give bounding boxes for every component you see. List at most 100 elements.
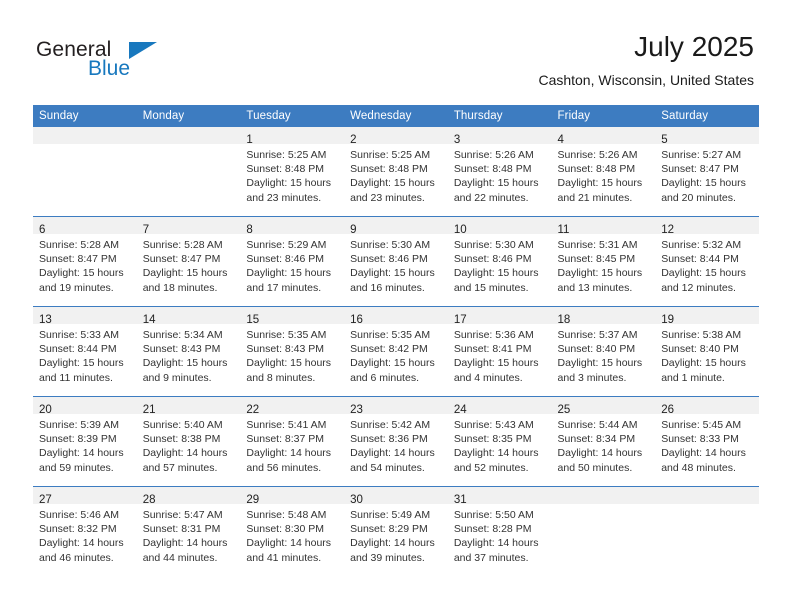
- calendar-day-cell[interactable]: 22 Sunrise: 5:41 AM Sunset: 8:37 PM Dayligh…: [240, 396, 345, 487]
- day-number: 19: [661, 314, 675, 326]
- day-details: Sunrise: 5:29 AM Sunset: 8:46 PM Daylight:…: [240, 234, 344, 295]
- day-number: 13: [39, 314, 52, 326]
- day-detail-line: and 19 minutes.: [39, 281, 114, 294]
- day-detail-line: and 21 minutes.: [557, 191, 633, 204]
- day-number: 18: [557, 314, 571, 326]
- day-detail-line: Sunrise: 5:41 AM: [246, 419, 327, 431]
- day-detail-line: Daylight: 15 hours: [453, 267, 539, 280]
- calendar-day-cell[interactable]: 16 Sunrise: 5:35 AM Sunset: 8:42 PM Dayligh…: [344, 306, 448, 397]
- day-detail-line: Sunset: 8:30 PM: [246, 523, 325, 536]
- calendar-day-cell[interactable]: 12 Sunrise: 5:32 AM Sunset: 8:44 PM Dayligh…: [655, 216, 759, 307]
- day-details: [137, 144, 241, 148]
- day-detail-line: and 6 minutes.: [350, 371, 419, 384]
- calendar-day-cell[interactable]: 3 Sunrise: 5:26 AM Sunset: 8:48 PM Daylight…: [447, 127, 552, 217]
- calendar-day-cell[interactable]: 20 Sunrise: 5:39 AM Sunset: 8:39 PM Dayligh…: [33, 396, 137, 487]
- calendar-day-cell[interactable]: 24 Sunrise: 5:43 AM Sunset: 8:35 PM Dayligh…: [447, 396, 552, 487]
- day-detail-line: Daylight: 14 hours: [661, 447, 746, 460]
- logo-text-blue: Blue: [88, 57, 131, 80]
- day-number-band: 6: [33, 217, 137, 236]
- calendar-day-cell[interactable]: 2 Sunrise: 5:25 AM Sunset: 8:48 PM Daylight…: [344, 127, 448, 217]
- day-number: 25: [557, 404, 571, 416]
- calendar-day-cell[interactable]: 8 Sunrise: 5:29 AM Sunset: 8:46 PM Daylight…: [240, 216, 345, 307]
- day-detail-line: Daylight: 15 hours: [557, 267, 643, 280]
- day-detail-line: Sunset: 8:47 PM: [39, 253, 117, 266]
- calendar-day-cell[interactable]: 17 Sunrise: 5:36 AM Sunset: 8:41 PM Dayligh…: [447, 306, 552, 397]
- day-detail-line: Daylight: 15 hours: [39, 357, 124, 370]
- calendar-day-cell[interactable]: 11 Sunrise: 5:31 AM Sunset: 8:45 PM Dayligh…: [551, 216, 656, 307]
- calendar-day-cell[interactable]: 4 Sunrise: 5:26 AM Sunset: 8:48 PM Daylight…: [551, 127, 656, 217]
- day-detail-line: Daylight: 14 hours: [39, 537, 124, 550]
- calendar-day-cell[interactable]: 6 Sunrise: 5:28 AM Sunset: 8:47 PM Daylight…: [33, 216, 137, 307]
- day-number: 17: [453, 314, 467, 326]
- weekday-header-monday: Monday: [136, 105, 241, 127]
- day-detail-line: Sunset: 8:47 PM: [661, 163, 739, 176]
- calendar-day-cell[interactable]: 5 Sunrise: 5:27 AM Sunset: 8:47 PM Daylight…: [655, 127, 759, 217]
- calendar-day-cell[interactable]: 29 Sunrise: 5:48 AM Sunset: 8:30 PM Dayligh…: [240, 486, 345, 576]
- location-subtitle: Cashton, Wisconsin, United States: [538, 72, 754, 88]
- calendar-day-cell[interactable]: 25 Sunrise: 5:44 AM Sunset: 8:34 PM Dayligh…: [551, 396, 656, 487]
- calendar-day-cell[interactable]: 31 Sunrise: 5:50 AM Sunset: 8:28 PM Dayligh…: [447, 486, 552, 576]
- calendar-day-cell[interactable]: 19 Sunrise: 5:38 AM Sunset: 8:40 PM Dayligh…: [655, 306, 759, 397]
- title-block: July 2025 Cashton, Wisconsin, United Sta…: [538, 30, 754, 89]
- calendar-day-cell[interactable]: 9 Sunrise: 5:30 AM Sunset: 8:46 PM Daylight…: [344, 216, 448, 307]
- day-details: Sunrise: 5:36 AM Sunset: 8:41 PM Daylight:…: [448, 324, 552, 385]
- day-number: 5: [661, 134, 668, 146]
- day-detail-line: and 46 minutes.: [39, 551, 114, 564]
- day-detail-line: Sunrise: 5:43 AM: [453, 419, 534, 431]
- day-number-band: 13: [33, 307, 137, 326]
- calendar-day-cell[interactable]: 14 Sunrise: 5:34 AM Sunset: 8:43 PM Dayligh…: [136, 306, 241, 397]
- day-number: 27: [39, 494, 52, 506]
- day-details: Sunrise: 5:38 AM Sunset: 8:40 PM Daylight:…: [655, 324, 759, 385]
- general-blue-logo[interactable]: General Blue: [36, 38, 236, 84]
- day-detail-line: Sunset: 8:33 PM: [661, 433, 739, 446]
- page-header: General Blue July 2025 Cashton, Wisconsi…: [0, 0, 792, 100]
- calendar-day-cell[interactable]: 21 Sunrise: 5:40 AM Sunset: 8:38 PM Dayligh…: [136, 396, 241, 487]
- day-details: Sunrise: 5:35 AM Sunset: 8:42 PM Daylight:…: [344, 324, 448, 385]
- day-number: 1: [246, 134, 253, 146]
- calendar-day-cell[interactable]: 13 Sunrise: 5:33 AM Sunset: 8:44 PM Dayligh…: [33, 306, 137, 397]
- day-number: 21: [142, 404, 156, 416]
- day-detail-line: and 8 minutes.: [246, 371, 316, 384]
- day-detail-line: Sunrise: 5:50 AM: [453, 509, 534, 521]
- calendar-day-cell[interactable]: 28 Sunrise: 5:47 AM Sunset: 8:31 PM Dayligh…: [136, 486, 241, 576]
- day-number-band: [655, 487, 759, 504]
- calendar-day-cell[interactable]: 15 Sunrise: 5:35 AM Sunset: 8:43 PM Dayligh…: [240, 306, 345, 397]
- day-detail-line: Daylight: 15 hours: [350, 177, 435, 190]
- day-detail-line: Sunset: 8:31 PM: [142, 523, 221, 536]
- day-detail-line: Sunrise: 5:49 AM: [350, 509, 431, 521]
- day-detail-line: Sunrise: 5:39 AM: [39, 419, 119, 431]
- calendar-day-cell[interactable]: 30 Sunrise: 5:49 AM Sunset: 8:29 PM Dayligh…: [344, 486, 448, 576]
- day-detail-line: Sunset: 8:44 PM: [661, 253, 739, 266]
- day-detail-line: and 4 minutes.: [453, 371, 523, 384]
- calendar-day-cell[interactable]: 7 Sunrise: 5:28 AM Sunset: 8:47 PM Daylight…: [136, 216, 241, 307]
- day-detail-line: Daylight: 14 hours: [142, 537, 228, 550]
- day-number-band: 4: [551, 127, 656, 146]
- day-number-band: [33, 127, 137, 144]
- day-number-band: 23: [344, 397, 448, 416]
- day-number-band: 7: [136, 217, 241, 236]
- day-number-band: 31: [447, 487, 552, 506]
- day-detail-line: Sunrise: 5:46 AM: [39, 509, 119, 521]
- calendar-day-cell[interactable]: 1 Sunrise: 5:25 AM Sunset: 8:48 PM Daylight…: [240, 127, 345, 217]
- calendar-day-cell[interactable]: 26 Sunrise: 5:45 AM Sunset: 8:33 PM Dayligh…: [655, 396, 759, 487]
- day-detail-line: and 50 minutes.: [557, 461, 633, 474]
- page-title: July 2025: [634, 31, 754, 62]
- day-details: Sunrise: 5:26 AM Sunset: 8:48 PM Daylight:…: [552, 144, 656, 205]
- day-detail-line: Daylight: 14 hours: [39, 447, 124, 460]
- day-detail-line: Sunset: 8:32 PM: [39, 523, 117, 536]
- day-number-band: 25: [551, 397, 656, 416]
- day-detail-line: Daylight: 14 hours: [350, 537, 435, 550]
- day-number-band: 30: [344, 487, 448, 506]
- day-detail-line: Sunrise: 5:32 AM: [661, 239, 742, 251]
- calendar-day-cell[interactable]: 23 Sunrise: 5:42 AM Sunset: 8:36 PM Dayligh…: [344, 396, 448, 487]
- day-detail-line: Sunrise: 5:40 AM: [142, 419, 223, 431]
- calendar-day-cell[interactable]: 27 Sunrise: 5:46 AM Sunset: 8:32 PM Dayligh…: [33, 486, 137, 576]
- calendar-day-cell[interactable]: 18 Sunrise: 5:37 AM Sunset: 8:40 PM Dayligh…: [551, 306, 656, 397]
- day-detail-line: and 41 minutes.: [246, 551, 322, 564]
- day-detail-line: Daylight: 15 hours: [246, 267, 332, 280]
- day-detail-line: Sunrise: 5:45 AM: [661, 419, 742, 431]
- calendar-day-cell[interactable]: 10 Sunrise: 5:30 AM Sunset: 8:46 PM Dayligh…: [447, 216, 552, 307]
- day-details: Sunrise: 5:37 AM Sunset: 8:40 PM Daylight:…: [552, 324, 656, 385]
- day-detail-line: Sunrise: 5:29 AM: [246, 239, 327, 251]
- day-number: 11: [557, 224, 570, 236]
